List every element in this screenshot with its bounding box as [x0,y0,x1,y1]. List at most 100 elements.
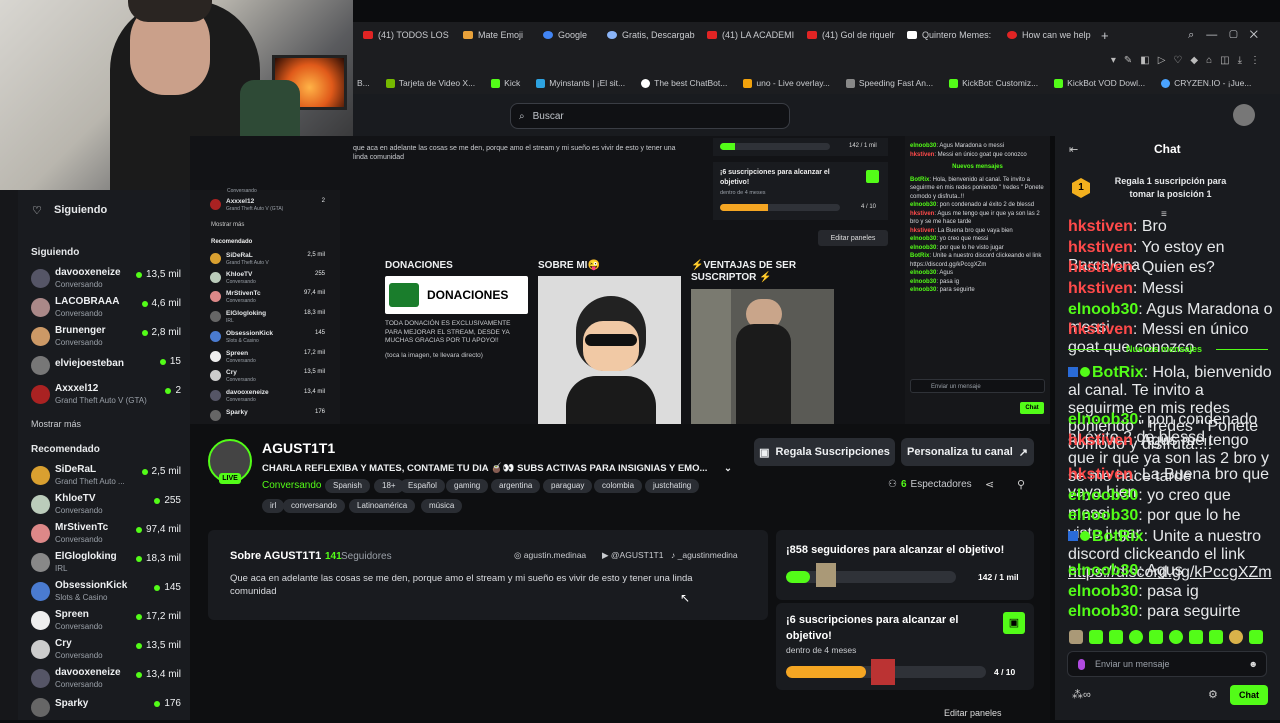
emote[interactable] [1189,630,1203,644]
followers-goal-count: 142 / 1 mil [978,572,1019,582]
preview-chat-line: hkstiven: Agus me tengo que ir que ya so… [910,210,1040,226]
bookmark[interactable]: Kick [491,78,520,88]
site-header [353,94,1280,136]
show-more-link[interactable]: Mostrar más [31,419,81,429]
tiktok-link[interactable]: ♪ _agustinmedina [671,550,738,560]
live-dot-icon [154,700,161,707]
preview-sidebar-item: Sparky 176 [210,409,325,427]
live-dot-icon [135,271,142,278]
emote[interactable] [1209,630,1223,644]
customize-channel-button[interactable]: Personaliza tu canal ↗ [901,438,1034,466]
browser-tab[interactable]: Mate Emoji [453,22,533,48]
browser-tab[interactable]: Gratis, Descargab [597,22,697,48]
youtube-icon [363,31,373,39]
window-controls[interactable]: ⌕—▢✕ [1188,29,1270,42]
emote[interactable] [1229,630,1243,644]
tag[interactable]: gaming [446,479,489,493]
tag[interactable]: conversando [283,499,345,513]
share-icon[interactable]: ⋖ [985,478,994,491]
stream-category[interactable]: Conversando [262,480,321,491]
emote[interactable] [1249,630,1263,644]
subs-goal-time: dentro de 4 meses [786,645,857,655]
channel-name[interactable]: AGUST1T1 [262,440,335,456]
extensions-icons[interactable]: ▾✎◧▷♡◆⌂◫⤓⋮ [1111,55,1268,66]
tag[interactable]: justchating [645,479,700,493]
emote[interactable] [1109,630,1123,644]
browser-tab[interactable]: (41) Gol de riquelr [797,22,897,48]
gear-icon[interactable]: ⚙ [1208,688,1218,701]
emoji-icon[interactable]: ☻ [1249,659,1258,669]
sidebar-item-lacobraaa[interactable]: LACOBRAAA Conversando 4,6 mil [31,295,181,323]
tiktok-icon [907,31,918,39]
tag[interactable]: música [421,499,463,513]
bookmark[interactable]: KickBot VOD Dowl... [1054,78,1145,88]
subs-goal-panel: ¡6 suscripciones para alcanzar el objeti… [776,603,1034,690]
tag[interactable]: Latinoamérica [349,499,416,513]
sidebar-item-spreen[interactable]: Spreen Conversando 17,2 mil [31,608,181,636]
user-avatar[interactable] [1233,104,1255,126]
points-icon[interactable]: ⁂∞ [1072,688,1091,701]
bookmark[interactable]: B... [357,78,370,88]
gift-icon[interactable]: ▣ [1003,612,1025,634]
sidebar-item-axxxel12[interactable]: Axxxel12 Grand Theft Auto V (GTA) 2 [31,382,181,410]
bookmark[interactable]: Speeding Fast An... [845,78,933,88]
myinstants-icon [536,78,546,88]
tag[interactable]: Spanish [325,479,370,493]
browser-tab[interactable]: Quintero Memes: [897,22,997,48]
opera-icon [1007,31,1018,39]
send-chat-button[interactable]: Chat [1230,685,1268,705]
sidebar-item-mrstiventc[interactable]: MrStivenTc Conversando 97,4 mil [31,521,181,549]
browser-tab[interactable]: How can we help [997,22,1097,48]
tag[interactable]: colombia [594,479,643,493]
new-tab-icon[interactable]: + [1101,28,1109,43]
instagram-link[interactable]: ◎ agustin.medinaa [514,550,586,561]
followers-progress-fill [786,571,811,583]
sidebar-item-obsessionkick[interactable]: ObsessionKick Slots & Casino 145 [31,579,181,607]
emote[interactable] [1169,630,1183,644]
emote[interactable] [1149,630,1163,644]
bookmark[interactable]: KickBot: Customiz... [949,78,1038,88]
user-menu-icon[interactable]: ⚲ [1017,478,1025,491]
browser-tab[interactable]: (41) LA ACADEMI [697,22,797,48]
sidebar-item-davooxeneize[interactable]: davooxeneize Conversando 13,5 mil [31,266,181,294]
emote[interactable] [1069,630,1083,644]
tag[interactable]: irl [262,499,285,513]
collapse-chat-icon[interactable]: ⇤ [1069,144,1078,157]
search-input[interactable]: ⌕ Buscar [510,103,790,129]
sidebar-item-khloetv[interactable]: KhloeTV Conversando 255 [31,492,181,520]
preview-chat-line: elnoob30: por que lo he visto jugar [910,244,1004,251]
emote[interactable] [1129,630,1143,644]
live-dot-icon [141,468,148,475]
money-icon [389,283,419,307]
chevron-down-icon[interactable]: ⌄ [724,463,732,474]
sidebar-item-cry[interactable]: Cry Conversando 13,5 mil [31,637,181,665]
sidebar-item-davooxeneize-rec[interactable]: davooxeneize Conversando 13,4 mil [31,666,181,694]
browser-tab[interactable]: (41) TODOS LOS [353,22,453,48]
edit-panels-button[interactable]: Editar paneles [944,708,1002,718]
bookmark[interactable]: The best ChatBot... [641,78,727,88]
donations-banner: DONACIONES [385,276,528,314]
emote[interactable] [1089,630,1103,644]
browser-tab[interactable]: Google [533,22,597,48]
sidebar-item-sparky[interactable]: Sparky 176 [31,695,181,723]
tag[interactable]: argentina [491,479,541,493]
sidebar-item-elviejoesteban[interactable]: elviejoesteban 15 [31,353,181,381]
about-title: Sobre AGUST1T1 [230,550,322,562]
sidebar-item-elglogloking[interactable]: ElGlogloking IRL 18,3 mil [31,550,181,578]
bookmark[interactable]: Myinstants | ¡El sit... [536,78,625,88]
chat-input[interactable]: Enviar un mensaje ☻ [1067,651,1267,677]
tag[interactable]: Español [400,479,445,493]
preview-chat-line: elnoob30: Agus Maradona o messi [910,143,1005,149]
sidebar-item-brunenger[interactable]: Brunenger Conversando 2,8 mil [31,324,181,352]
gift-subs-button[interactable]: ▣ Regala Suscripciones [754,438,895,466]
bookmark[interactable]: uno - Live overlay... [743,78,830,88]
globe-icon [607,31,618,39]
bookmark[interactable]: CRYZEN.IO - ¡Jue... [1161,78,1251,88]
kickbot-icon [1054,78,1064,88]
sidebar-item-sideral[interactable]: SiDeRaL Grand Theft Auto ... 2,5 mil [31,463,181,491]
tag[interactable]: paraguay [543,479,593,493]
youtube-link[interactable]: ▶ @AGUST1T1 [602,550,663,561]
bookmark[interactable]: Tarjeta de Video X... [385,78,475,88]
microphone-icon[interactable] [1078,658,1085,670]
viewer-count: ⚇ 6 Espectadores [888,479,972,490]
